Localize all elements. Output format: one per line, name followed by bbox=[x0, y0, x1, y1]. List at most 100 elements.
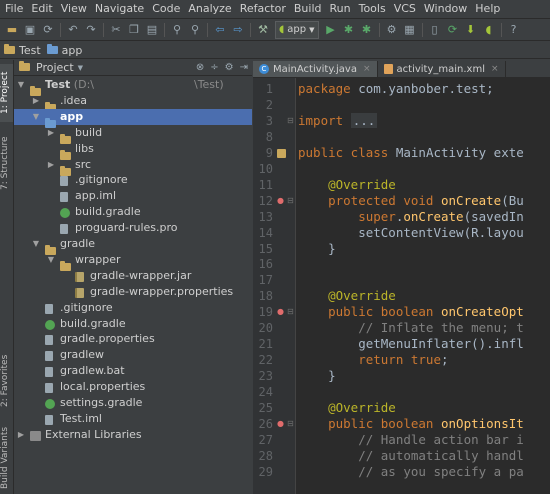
tree-item[interactable]: ▶ src bbox=[14, 157, 252, 176]
chevron-down-icon[interactable]: ▼ bbox=[47, 252, 55, 268]
menu-refactor[interactable]: Refactor bbox=[236, 0, 290, 18]
run-configuration-select[interactable]: ◖ app ▼ bbox=[275, 20, 319, 39]
menu-build[interactable]: Build bbox=[290, 0, 326, 18]
project-view-select[interactable]: Project bbox=[36, 61, 74, 74]
menu-window[interactable]: Window bbox=[420, 0, 471, 18]
menu-code[interactable]: Code bbox=[148, 0, 184, 18]
tree-item[interactable]: ▼ Test (D:\ \Test) bbox=[14, 77, 252, 96]
tree-item[interactable]: gradle-wrapper.jar bbox=[14, 268, 252, 284]
menu-help[interactable]: Help bbox=[471, 0, 504, 18]
copy-icon[interactable]: ❐ bbox=[127, 23, 141, 37]
fold-toggle-icon[interactable]: ⊟ bbox=[287, 116, 294, 125]
hide-panel-icon[interactable]: ⇥ bbox=[240, 62, 248, 73]
tree-item[interactable]: build.gradle bbox=[14, 204, 252, 220]
tree-item[interactable]: .gitignore bbox=[14, 300, 252, 316]
back-icon[interactable]: ⇦ bbox=[213, 23, 227, 37]
chevron-right-icon[interactable]: ▶ bbox=[47, 157, 55, 173]
menu-run[interactable]: Run bbox=[326, 0, 355, 18]
project-structure-icon[interactable]: ▦ bbox=[403, 23, 417, 37]
chevron-right-icon[interactable]: ▶ bbox=[32, 93, 40, 109]
tool-window-tab-favorites[interactable]: 2: Favorites bbox=[0, 350, 13, 412]
override-method-icon[interactable]: ● bbox=[277, 196, 284, 205]
forward-icon[interactable]: ⇨ bbox=[231, 23, 245, 37]
close-icon[interactable]: × bbox=[491, 64, 499, 74]
chevron-down-icon[interactable]: ▼ bbox=[32, 236, 40, 252]
settings-icon[interactable]: ⚙ bbox=[385, 23, 399, 37]
make-project-icon[interactable]: ⚒ bbox=[256, 23, 270, 37]
tree-item[interactable]: ▼ wrapper bbox=[14, 252, 252, 271]
tree-item[interactable]: app.iml bbox=[14, 188, 252, 204]
tool-window-tab-build-variants[interactable]: Build Variants bbox=[0, 424, 13, 492]
tree-item[interactable]: ▼ gradle bbox=[14, 236, 252, 255]
tree-item[interactable]: proguard-rules.pro bbox=[14, 220, 252, 236]
editor-tab[interactable]: activity_main.xml × bbox=[378, 61, 506, 77]
chevron-down-icon[interactable]: ▼ bbox=[32, 109, 40, 125]
tree-item[interactable]: Test.iml bbox=[14, 411, 252, 427]
fold-toggle-icon[interactable]: ⊟ bbox=[287, 308, 294, 316]
find-icon[interactable]: ⚲ bbox=[170, 23, 184, 37]
redo-icon[interactable]: ↷ bbox=[84, 23, 98, 37]
help-icon[interactable]: ? bbox=[507, 23, 521, 37]
tree-item[interactable]: libs bbox=[14, 141, 252, 160]
code-line: super.onCreate(savedIn bbox=[298, 209, 524, 225]
save-all-icon[interactable]: ▣ bbox=[23, 23, 37, 37]
menu-edit[interactable]: Edit bbox=[27, 0, 56, 18]
tool-window-tab-project[interactable]: 1: Project bbox=[0, 64, 13, 122]
chevron-right-icon[interactable]: ▶ bbox=[17, 427, 25, 443]
tree-item[interactable]: settings.gradle bbox=[14, 395, 252, 411]
breadcrumb-item-app[interactable]: app bbox=[46, 44, 82, 57]
tree-item[interactable]: gradlew bbox=[14, 347, 252, 363]
breadcrumb: Test app bbox=[0, 42, 550, 59]
tool-window-tab-structure[interactable]: 7: Structure bbox=[0, 132, 13, 194]
debug-icon[interactable]: ✱ bbox=[342, 23, 356, 37]
gear-icon[interactable]: ⚙ bbox=[225, 62, 234, 73]
collapse-all-icon[interactable]: ÷ bbox=[210, 62, 218, 73]
chevron-right-icon[interactable]: ▶ bbox=[47, 125, 55, 141]
android-device-monitor-icon[interactable]: ◖ bbox=[482, 23, 496, 37]
open-folder-icon[interactable]: ▬ bbox=[5, 23, 19, 37]
tree-item[interactable]: gradle-wrapper.properties bbox=[14, 284, 252, 300]
tree-item[interactable]: build.gradle bbox=[14, 316, 252, 332]
chevron-down-icon[interactable]: ▼ bbox=[17, 77, 25, 93]
gradle-sync-icon[interactable]: ⟳ bbox=[446, 23, 460, 37]
attach-debugger-icon[interactable]: ✱ bbox=[360, 23, 374, 37]
menu-file[interactable]: File bbox=[0, 0, 27, 18]
tree-item[interactable]: local.properties bbox=[14, 379, 252, 395]
menu-view[interactable]: View bbox=[57, 0, 91, 18]
fold-toggle-icon[interactable]: ⊟ bbox=[287, 419, 294, 428]
replace-icon[interactable]: ⚲ bbox=[188, 23, 202, 37]
tree-item[interactable]: ▼ app bbox=[14, 108, 252, 128]
code-editor[interactable]: package com.yanbober.test; import ... publ… bbox=[296, 78, 550, 494]
tree-item[interactable]: ▶ .idea bbox=[14, 93, 252, 112]
code-token: @Override bbox=[298, 288, 396, 304]
tree-item[interactable]: gradlew.bat bbox=[14, 363, 252, 379]
tree-item[interactable]: ▶ build bbox=[14, 125, 252, 144]
tree-item-name: wrapper bbox=[75, 252, 121, 266]
code-token: public class bbox=[298, 144, 396, 160]
override-method-icon[interactable]: ● bbox=[277, 419, 284, 428]
menu-navigate[interactable]: Navigate bbox=[91, 0, 148, 18]
tree-item[interactable]: gradle.properties bbox=[14, 331, 252, 347]
avd-manager-icon[interactable]: ▯ bbox=[428, 23, 442, 37]
menu-analyze[interactable]: Analyze bbox=[184, 0, 235, 18]
menu-tools[interactable]: Tools bbox=[355, 0, 390, 18]
chevron-down-icon[interactable]: ▼ bbox=[78, 64, 83, 72]
tree-item[interactable]: .gitignore bbox=[14, 172, 252, 188]
scroll-to-source-icon[interactable]: ⊗ bbox=[196, 62, 204, 73]
close-icon[interactable]: × bbox=[363, 64, 371, 74]
code-line: getMenuInflater().infl bbox=[298, 336, 524, 352]
menu-vcs[interactable]: VCS bbox=[390, 0, 420, 18]
sync-icon[interactable]: ⟳ bbox=[41, 23, 55, 37]
fold-toggle-icon[interactable]: ⊟ bbox=[287, 196, 294, 205]
tree-item[interactable]: ▶ External Libraries bbox=[14, 427, 252, 443]
paste-icon[interactable]: ▤ bbox=[145, 23, 159, 37]
editor-tab[interactable]: C MainActivity.java × bbox=[253, 61, 378, 77]
run-icon[interactable]: ▶ bbox=[324, 23, 338, 37]
implemented-method-icon[interactable] bbox=[277, 148, 286, 158]
undo-icon[interactable]: ↶ bbox=[66, 23, 80, 37]
breadcrumb-item-test[interactable]: Test bbox=[4, 44, 41, 57]
sdk-manager-icon[interactable]: ⬇ bbox=[464, 23, 478, 37]
cut-icon[interactable]: ✂ bbox=[109, 23, 123, 37]
code-token: onCreate bbox=[441, 192, 502, 208]
override-method-icon[interactable]: ● bbox=[277, 308, 284, 316]
